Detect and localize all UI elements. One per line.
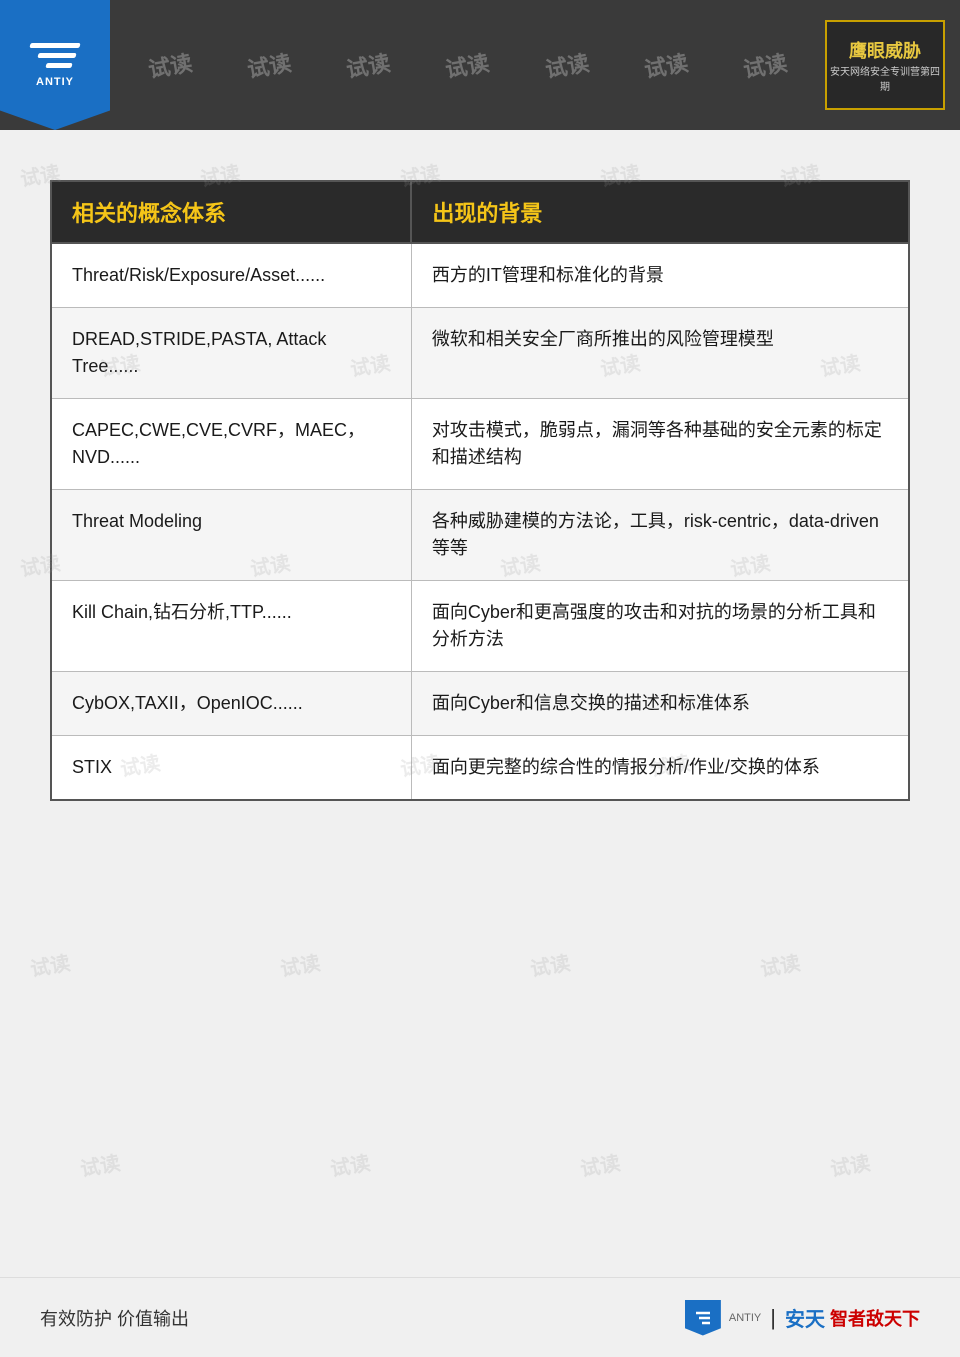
table-row: Threat/Risk/Exposure/Asset...... 西方的IT管理… xyxy=(51,243,909,308)
header-watermarks: 试读 试读 试读 试读 试读 试读 试读 xyxy=(110,49,825,81)
concept-cell-3: Threat Modeling xyxy=(51,490,411,581)
table-row: CAPEC,CWE,CVE,CVRF，MAEC，NVD...... 对攻击模式，… xyxy=(51,399,909,490)
col1-header: 相关的概念体系 xyxy=(51,181,411,243)
watermark-20: 试读 xyxy=(78,1147,122,1183)
concept-table: 相关的概念体系 出现的背景 Threat/Risk/Exposure/Asset… xyxy=(50,180,910,801)
watermark-16: 试读 xyxy=(28,947,72,983)
table-row: STIX 面向更完整的综合性的情报分析/作业/交换的体系 xyxy=(51,736,909,801)
footer-brand-name: 安天 xyxy=(785,1303,825,1332)
concept-cell-1: DREAD,STRIDE,PASTA, Attack Tree...... xyxy=(51,308,411,399)
table-row: DREAD,STRIDE,PASTA, Attack Tree...... 微软… xyxy=(51,308,909,399)
table-row: Kill Chain,钻石分析,TTP...... 面向Cyber和更高强度的攻… xyxy=(51,581,909,672)
background-cell-3: 各种威胁建模的方法论，工具，risk-centric，data-driven等等 xyxy=(411,490,909,581)
footer-left-text: 有效防护 价值输出 xyxy=(40,1305,189,1331)
watermark-18: 试读 xyxy=(528,947,572,983)
logo-line-3 xyxy=(45,63,72,68)
header-wm-7: 试读 xyxy=(741,45,790,84)
header-wm-5: 试读 xyxy=(542,45,591,84)
footer-divider: | xyxy=(770,1305,776,1331)
top-right-brand-name: 鹰眼威胁 xyxy=(849,37,921,63)
footer-logo: ANTIY xyxy=(685,1300,761,1336)
header: ANTIY 试读 试读 试读 试读 试读 试读 试读 鹰眼威胁 安天网络安全专训… xyxy=(0,0,960,130)
top-right-brand-sub: 安天网络安全专训营第四期 xyxy=(827,63,943,93)
background-cell-5: 面向Cyber和信息交换的描述和标准体系 xyxy=(411,672,909,736)
concept-cell-0: Threat/Risk/Exposure/Asset...... xyxy=(51,243,411,308)
header-wm-6: 试读 xyxy=(642,45,691,84)
background-cell-0: 西方的IT管理和标准化的背景 xyxy=(411,243,909,308)
concept-cell-6: STIX xyxy=(51,736,411,801)
background-cell-4: 面向Cyber和更高强度的攻击和对抗的场景的分析工具和分析方法 xyxy=(411,581,909,672)
watermark-19: 试读 xyxy=(758,947,802,983)
watermark-22: 试读 xyxy=(578,1147,622,1183)
concept-cell-5: CybOX,TAXII，OpenIOC...... xyxy=(51,672,411,736)
footer-antiy-label: ANTIY xyxy=(729,1312,761,1324)
header-wm-2: 试读 xyxy=(244,45,293,84)
top-right-brand-box: 鹰眼威胁 安天网络安全专训营第四期 xyxy=(825,20,945,110)
concept-cell-4: Kill Chain,钻石分析,TTP...... xyxy=(51,581,411,672)
background-cell-6: 面向更完整的综合性的情报分析/作业/交换的体系 xyxy=(411,736,909,801)
header-wm-1: 试读 xyxy=(145,45,194,84)
background-cell-1: 微软和相关安全厂商所推出的风险管理模型 xyxy=(411,308,909,399)
table-row: Threat Modeling 各种威胁建模的方法论，工具，risk-centr… xyxy=(51,490,909,581)
watermark-17: 试读 xyxy=(278,947,322,983)
footer: 有效防护 价值输出 ANTIY | 安天 智者敌天下 xyxy=(0,1277,960,1357)
header-wm-3: 试读 xyxy=(344,45,393,84)
background-cell-2: 对攻击模式，脆弱点，漏洞等各种基础的安全元素的标定和描述结构 xyxy=(411,399,909,490)
footer-right: ANTIY | 安天 智者敌天下 xyxy=(685,1300,920,1336)
col2-header: 出现的背景 xyxy=(411,181,909,243)
main-content: 相关的概念体系 出现的背景 Threat/Risk/Exposure/Asset… xyxy=(0,130,960,841)
logo-label: ANTIY xyxy=(36,76,74,88)
header-wm-4: 试读 xyxy=(443,45,492,84)
logo-line-2 xyxy=(37,53,76,58)
logo-line-1 xyxy=(29,43,80,48)
antiy-logo: ANTIY xyxy=(0,0,110,130)
logo-lines xyxy=(30,43,80,68)
table-row: CybOX,TAXII，OpenIOC...... 面向Cyber和信息交换的描… xyxy=(51,672,909,736)
footer-logo-icon xyxy=(685,1300,721,1336)
watermark-21: 试读 xyxy=(328,1147,372,1183)
footer-slogan: 智者敌天下 xyxy=(830,1305,920,1331)
watermark-23: 试读 xyxy=(828,1147,872,1183)
concept-cell-2: CAPEC,CWE,CVE,CVRF，MAEC，NVD...... xyxy=(51,399,411,490)
